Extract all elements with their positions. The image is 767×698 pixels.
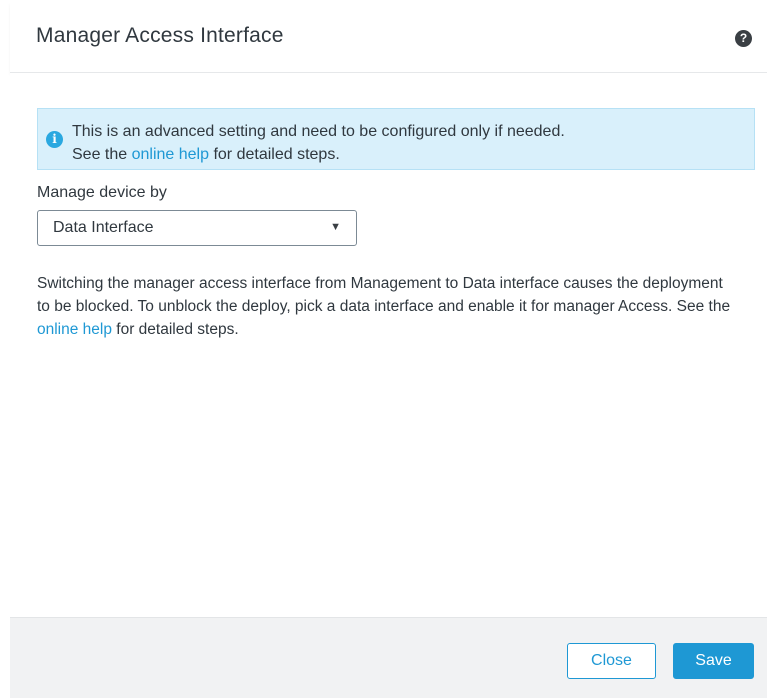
info-text: This is an advanced setting and need to …	[72, 120, 565, 166]
description-body: Switching the manager access interface f…	[37, 275, 731, 315]
manage-device-label: Manage device by	[37, 184, 167, 201]
manager-access-dialog: Manager Access Interface ? i This is an …	[0, 0, 767, 698]
chevron-down-icon: ▼	[330, 221, 341, 233]
dialog-header: Manager Access Interface ?	[10, 0, 767, 73]
dialog-title: Manager Access Interface	[36, 24, 284, 47]
info-icon: i	[46, 131, 63, 148]
info-banner: i This is an advanced setting and need t…	[37, 108, 755, 170]
help-icon[interactable]: ?	[735, 30, 752, 47]
online-help-link[interactable]: online help	[132, 146, 209, 163]
info-line-2-suffix: for detailed steps.	[209, 146, 340, 163]
manage-device-value: Data Interface	[53, 219, 154, 236]
info-line-1: This is an advanced setting and need to …	[72, 123, 565, 140]
description-text: Switching the manager access interface f…	[37, 272, 737, 341]
dialog-footer: Close Save	[10, 617, 767, 698]
save-button[interactable]: Save	[673, 643, 754, 679]
info-line-2: See the online help for detailed steps.	[72, 143, 565, 166]
manage-device-select[interactable]: Data Interface ▼	[37, 210, 357, 246]
description-suffix: for detailed steps.	[111, 321, 239, 338]
description-online-help-link[interactable]: online help	[37, 321, 112, 338]
close-button[interactable]: Close	[567, 643, 656, 679]
info-line-2-prefix: See the	[72, 146, 132, 163]
dialog-body: i This is an advanced setting and need t…	[10, 73, 767, 617]
